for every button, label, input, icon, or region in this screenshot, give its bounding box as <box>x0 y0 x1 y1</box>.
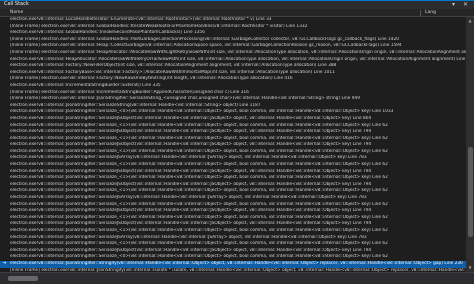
stack-frame-row[interactable]: electron.exe!v8::internal::JsonStringifi… <box>0 182 466 189</box>
vertical-scrollbar[interactable]: ▲ ▼ <box>466 17 474 272</box>
stack-frame-row[interactable]: electron.exe!v8::internal::HeapAllocator… <box>0 57 466 64</box>
stack-frame-text: [Inline Frame] electron.exe!v8::internal… <box>10 96 360 102</box>
stack-frame-row[interactable]: electron.exe!v8::internal::JsonStringifi… <box>0 103 466 110</box>
stack-frame-text: electron.exe!v8::internal::JsonStringifi… <box>10 109 394 115</box>
stack-frame-text: electron.exe!v8::internal::JsonStringifi… <box>10 102 261 108</box>
stack-frame-text: electron.exe!v8::internal::JsonStringifi… <box>10 181 372 187</box>
stack-frame-row[interactable]: [Inline Frame] electron.exe!v8::internal… <box>0 24 466 31</box>
stack-frame-row[interactable]: electron.exe!v8::internal::JsonStringifi… <box>0 235 466 242</box>
stack-frame-row[interactable]: electron.exe!v8::internal::FactoryBase<v… <box>0 70 466 77</box>
stack-frame-row[interactable]: electron.exe!v8::internal::JsonStringifi… <box>0 254 466 261</box>
stack-frame-text: electron.exe!v8::internal::JsonStringifi… <box>10 122 388 128</box>
stack-frame-text: electron.exe!v8::internal::JsonStringifi… <box>10 195 367 201</box>
stack-frame-row[interactable]: electron.exe!v8::internal::IncrementalSt… <box>0 83 466 90</box>
stack-frame-text: electron.exe!v8::internal::JsonStringifi… <box>10 260 463 266</box>
stack-frame-text: electron.exe!v8::internal::JsonStringifi… <box>10 247 372 253</box>
stack-frame-text: electron.exe!v8::internal::JsonStringifi… <box>10 142 372 148</box>
stack-frame-row[interactable]: electron.exe!v8::internal::Factory::NewF… <box>0 63 466 70</box>
stack-frame-text: electron.exe!v8::internal::JsonStringifi… <box>10 168 372 174</box>
horizontal-scrollbar[interactable] <box>0 272 474 284</box>
stack-frame-row[interactable]: electron.exe!v8::internal::JsonStringifi… <box>0 195 466 202</box>
stack-frame-row[interactable]: electron.exe!v8::internal::GlobalHandles… <box>0 30 466 37</box>
stack-frame-row[interactable]: electron.exe!v8::internal::JsonStringifi… <box>0 228 466 235</box>
stack-frame-text: electron.exe!v8::internal::JsonStringifi… <box>10 188 388 194</box>
stack-frame-row[interactable]: electron.exe!v8::internal::LocalHandleIt… <box>0 17 466 24</box>
stack-frame-row[interactable]: [Inline Frame] electron.exe!v8::internal… <box>0 43 466 50</box>
stack-frame-row[interactable]: electron.exe!v8::internal::JsonStringifi… <box>0 169 466 176</box>
stack-frame-row[interactable]: [Inline Frame] electron.exe!v8::internal… <box>0 37 466 44</box>
stack-frame-text: electron.exe!v8::internal::JsonStringifi… <box>10 234 367 240</box>
stack-frame-text: electron.exe!v8::internal::JsonStringifi… <box>10 221 372 227</box>
stack-frame-text: electron.exe!v8::internal::JsonStringifi… <box>10 148 388 154</box>
stack-frame-row[interactable]: electron.exe!v8::internal::JsonStringifi… <box>0 129 466 136</box>
scrollbar-thumb[interactable] <box>467 147 473 237</box>
stack-frame-text: electron.exe!v8::internal::Factory::NewF… <box>10 63 337 69</box>
stack-frame-row[interactable]: electron.exe!v8::internal::JsonStringifi… <box>0 188 466 195</box>
current-frame-arrow-icon: ➔ <box>2 260 7 266</box>
column-name-header[interactable]: Name <box>10 9 23 17</box>
stack-frame-row[interactable]: electron.exe!v8::internal::JsonStringifi… <box>0 136 466 143</box>
column-header: Name Lang <box>0 9 474 17</box>
stack-frame-row[interactable]: ➔ electron.exe!v8::internal::JsonStringif… <box>0 260 466 268</box>
stack-frame-text: electron.exe!v8::internal::JsonStringifi… <box>10 129 372 135</box>
column-separator[interactable] <box>420 10 421 16</box>
stack-frame-row[interactable]: electron.exe!v8::internal::JsonStringifi… <box>0 142 466 149</box>
column-lang-header[interactable]: Lang <box>425 9 436 17</box>
call-stack-list[interactable]: electron.exe!v8::internal::LocalHandleIt… <box>0 17 466 272</box>
stack-frame-row[interactable]: electron.exe!v8::internal::JsonStringifi… <box>0 162 466 169</box>
hscroll-thumb[interactable] <box>8 276 38 281</box>
call-stack-titlebar: Call Stack ▾ ✕ <box>0 0 474 9</box>
stack-frame-row[interactable]: [Inline Frame] electron.exe!v8::internal… <box>0 90 466 97</box>
stack-frame-text: electron.exe!v8::internal::JsonStringifi… <box>10 228 388 233</box>
stack-frame-text: electron.exe!v8::internal::JsonStringifi… <box>10 208 372 214</box>
stack-frame-row[interactable]: electron.exe!v8::internal::JsonStringifi… <box>0 175 466 182</box>
stack-frame-text: electron.exe!v8::internal::JsonStringifi… <box>10 201 388 207</box>
stack-frame-row[interactable]: electron.exe!v8::internal::JsonStringifi… <box>0 215 466 222</box>
stack-frame-text: electron.exe!v8::internal::GlobalHandles… <box>10 30 205 36</box>
stack-frame-text: electron.exe!v8::internal::JsonStringifi… <box>10 214 388 220</box>
stack-frame-text: [Inline Frame] electron.exe!v8::internal… <box>10 36 399 42</box>
stack-frame-text: electron.exe!v8::internal::LocalHandleIt… <box>10 17 272 22</box>
stack-frame-text: [Inline Frame] electron.exe!v8::internal… <box>10 76 293 82</box>
stack-frame-row[interactable]: [Inline Frame] electron.exe!v8::internal… <box>0 76 466 83</box>
stack-frame-text: electron.exe!v8::internal::IncrementalSt… <box>10 82 161 88</box>
stack-frame-row[interactable]: electron.exe!v8::internal::JsonStringifi… <box>0 221 466 228</box>
close-icon[interactable]: ✕ <box>463 0 468 9</box>
stack-frame-row[interactable]: electron.exe!v8::internal::JsonStringifi… <box>0 202 466 209</box>
stack-frame-row[interactable]: electron.exe!v8::internal::JsonStringifi… <box>0 241 466 248</box>
stack-frame-row[interactable]: electron.exe!v8::internal::JsonStringifi… <box>0 208 466 215</box>
stack-frame-row[interactable]: [Inline Frame] electron.exe!v8::internal… <box>0 96 466 103</box>
stack-frame-text: [Inline Frame] electron.exe!v8::internal… <box>10 89 249 95</box>
stack-frame-text: electron.exe!v8::internal::JsonStringifi… <box>10 175 388 181</box>
stack-frame-text: electron.exe!v8::internal::JsonStringifi… <box>10 162 388 168</box>
stack-frame-text: electron.exe!v8::internal::FactoryBase<v… <box>10 69 335 75</box>
stack-frame-row[interactable]: [Inline Frame] electron.exe!v8::internal… <box>0 50 466 57</box>
stack-frame-text: [Inline Frame] electron.exe!v8::internal… <box>10 43 402 49</box>
stack-frame-text: electron.exe!v8::internal::JsonStringifi… <box>10 115 372 121</box>
stack-frame-text: electron.exe!v8::internal::HeapAllocator… <box>10 56 466 62</box>
stack-frame-text: electron.exe!v8::internal::JsonStringifi… <box>10 241 388 247</box>
scroll-up-icon[interactable]: ▲ <box>466 17 474 25</box>
stack-frame-text: electron.exe!v8::internal::JsonStringifi… <box>10 155 367 161</box>
window-title: Call Stack <box>4 1 29 7</box>
stack-frame-text: electron.exe!v8::internal::JsonStringifi… <box>10 254 388 260</box>
stack-frame-row[interactable]: electron.exe!v8::internal::JsonStringifi… <box>0 155 466 162</box>
stack-frame-text: electron.exe!v8::internal::JsonStringifi… <box>10 135 388 141</box>
pin-icon[interactable]: ▾ <box>452 0 455 9</box>
stack-frame-row[interactable]: electron.exe!v8::internal::JsonStringifi… <box>0 123 466 130</box>
stack-frame-text: [Inline Frame] electron.exe!v8::internal… <box>10 23 308 29</box>
stack-frame-row[interactable]: electron.exe!v8::internal::JsonStringifi… <box>0 116 466 123</box>
stack-frame-text: [Inline Frame] electron.exe!v8::internal… <box>10 49 466 55</box>
stack-frame-row[interactable]: electron.exe!v8::internal::JsonStringifi… <box>0 109 466 116</box>
scroll-down-icon[interactable]: ▼ <box>466 264 474 272</box>
stack-frame-row[interactable]: electron.exe!v8::internal::JsonStringifi… <box>0 149 466 156</box>
stack-frame-row[interactable]: electron.exe!v8::internal::JsonStringifi… <box>0 248 466 255</box>
